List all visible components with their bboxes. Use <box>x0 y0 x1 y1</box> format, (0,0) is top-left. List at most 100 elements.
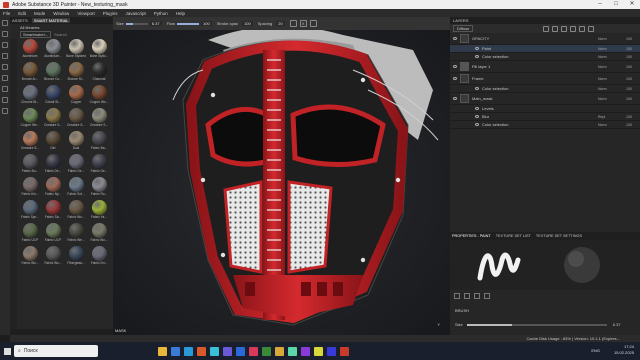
layer-name[interactable]: Frame <box>472 76 598 81</box>
alpha-icon[interactable] <box>464 293 470 299</box>
tab-properties-paint[interactable]: PROPERTIES - PAINT <box>452 234 491 238</box>
material-tile[interactable]: Bronze St... <box>65 62 87 84</box>
visibility-eye-icon[interactable] <box>453 65 457 68</box>
material-tile[interactable]: Creature S... <box>19 131 41 153</box>
layer-opacity[interactable]: 100 <box>626 37 640 41</box>
layer-name[interactable]: Color selection <box>482 122 598 127</box>
tab-smart-material[interactable]: SMART MATERIAL <box>31 18 71 23</box>
material-tile[interactable]: Fabric UCP <box>19 223 41 245</box>
material-tile[interactable]: Fabric Kni... <box>19 177 41 199</box>
material-tile[interactable]: Creature S... <box>88 108 110 130</box>
visibility-eye-icon[interactable] <box>475 55 479 58</box>
material-tile[interactable]: Bronze Ar... <box>19 62 41 84</box>
layer-row[interactable]: Color selection Norm 100 <box>450 53 640 61</box>
menu-viewport[interactable]: Viewport <box>77 11 94 16</box>
add-effect-icon[interactable] <box>543 25 550 32</box>
layer-row[interactable]: Levels <box>450 105 640 113</box>
material-tile[interactable]: Fabric We... <box>65 223 87 245</box>
brush-icon[interactable] <box>454 293 460 299</box>
taskbar-app-icon[interactable] <box>184 346 193 356</box>
menu-mode[interactable]: Mode <box>34 11 45 16</box>
layer-row[interactable]: Paint Norm 100 <box>450 45 640 53</box>
size-slider[interactable] <box>125 22 148 25</box>
layer-blend-mode[interactable]: Norm <box>598 97 626 101</box>
layer-name[interactable]: Fill layer 1 <box>472 64 598 69</box>
layer-name[interactable]: Blur <box>482 114 598 119</box>
taskbar-app-icon[interactable] <box>249 346 258 356</box>
material-tile[interactable]: Fabric Ny... <box>42 177 64 199</box>
material-tile[interactable]: Fabric Ya... <box>88 200 110 222</box>
search-input[interactable]: Search <box>54 32 67 37</box>
library-selector[interactable]: All libraries <box>10 24 113 31</box>
brush-size-slider[interactable] <box>466 323 607 326</box>
layer-opacity[interactable]: 100 <box>626 97 640 101</box>
taskbar-app-icon[interactable] <box>314 346 323 356</box>
layer-blend-mode[interactable]: Repl <box>598 115 626 119</box>
layer-opacity[interactable]: 100 <box>626 87 640 91</box>
layer-row[interactable]: Color selection Norm 100 <box>450 121 640 129</box>
material-tile[interactable]: Copper <box>65 85 87 107</box>
material-tile[interactable]: Creature S... <box>65 108 87 130</box>
spacing-control[interactable]: Spacing 20 <box>258 21 285 26</box>
symmetry-icon[interactable] <box>289 20 297 27</box>
brush-size-value[interactable]: 6.37 <box>613 322 621 327</box>
taskbar-app-icon[interactable] <box>301 346 310 356</box>
layer-opacity[interactable]: 100 <box>626 123 640 127</box>
paint-tool-icon[interactable] <box>2 20 8 26</box>
layer-name[interactable]: OPACITY <box>472 36 598 41</box>
taskbar-app-icon[interactable] <box>210 346 219 356</box>
taskbar-app-icon[interactable] <box>158 346 167 356</box>
tab-texture-set-settings[interactable]: TEXTURE SET SETTINGS <box>536 234 582 238</box>
material-tile[interactable]: Aluminium... <box>42 39 64 61</box>
material-tile[interactable]: Bone Styliz... <box>88 39 110 61</box>
material-tile[interactable]: Charcoal <box>88 62 110 84</box>
layer-row[interactable]: Frame Norm 100 <box>450 73 640 85</box>
menu-help[interactable]: Help <box>176 11 185 16</box>
bake-icon[interactable] <box>2 97 8 103</box>
layer-opacity[interactable]: 100 <box>626 47 640 51</box>
layer-row[interactable]: Main_mask Norm 100 <box>450 93 640 105</box>
material-tile[interactable]: Fiberglass... <box>65 246 87 268</box>
tab-assets[interactable]: ASSETS <box>12 18 28 23</box>
material-tile[interactable]: Fabric Ro... <box>88 177 110 199</box>
add-fill-layer-icon[interactable] <box>570 25 577 32</box>
taskbar-app-icon[interactable] <box>197 346 206 356</box>
filter-chip[interactable]: Smartmateri... <box>20 31 52 38</box>
taskbar-app-icon[interactable] <box>327 346 336 356</box>
visibility-eye-icon[interactable] <box>475 123 479 126</box>
tab-texture-set-list[interactable]: TEXTURE SET LIST <box>496 234 531 238</box>
add-mask-icon[interactable] <box>552 25 559 32</box>
lazy-mouse-icon[interactable] <box>309 20 317 27</box>
material-tile[interactable]: Copper We... <box>19 108 41 130</box>
size-value[interactable]: 6.37 <box>149 21 162 26</box>
visibility-eye-icon[interactable] <box>453 77 457 80</box>
material-tile[interactable]: Fabric Ge... <box>88 154 110 176</box>
material-tile[interactable]: Chrome Bl... <box>19 85 41 107</box>
menu-plugins[interactable]: Plugins <box>103 11 118 16</box>
flow-control[interactable]: Flow 100 <box>167 21 212 26</box>
material-tile[interactable]: Aluminium <box>19 39 41 61</box>
layer-blend-mode[interactable]: Norm <box>598 123 626 127</box>
menu-javascript[interactable]: Javascript <box>126 11 146 16</box>
material-tile[interactable]: Fabric Bu... <box>19 154 41 176</box>
maximize-button[interactable]: □ <box>608 0 624 9</box>
material-tile[interactable]: Fabric Wo... <box>65 200 87 222</box>
layer-blend-mode[interactable]: Norm <box>598 47 626 51</box>
menu-edit[interactable]: Edit <box>18 11 26 16</box>
visibility-eye-icon[interactable] <box>475 87 479 90</box>
3d-viewport[interactable]: MASK Y <box>113 30 450 335</box>
stroke-opacity-control[interactable]: Stroke opac 100 <box>217 21 253 26</box>
layer-blend-mode[interactable]: Norm <box>598 37 626 41</box>
taskbar-app-icon[interactable] <box>275 346 284 356</box>
taskbar-app-icon[interactable] <box>223 346 232 356</box>
polygon-fill-icon[interactable] <box>2 53 8 59</box>
eraser-tool-icon[interactable] <box>2 31 8 37</box>
layer-blend-mode[interactable]: Norm <box>598 65 626 69</box>
channel-dropdown[interactable]: Diffuse <box>453 25 474 32</box>
delete-layer-icon[interactable] <box>588 25 595 32</box>
render-icon[interactable] <box>2 108 8 114</box>
material-tile[interactable]: Creature S... <box>42 108 64 130</box>
material-tile[interactable]: Fabric De... <box>42 154 64 176</box>
clone-tool-icon[interactable] <box>2 75 8 81</box>
layer-blend-mode[interactable]: Norm <box>598 77 626 81</box>
